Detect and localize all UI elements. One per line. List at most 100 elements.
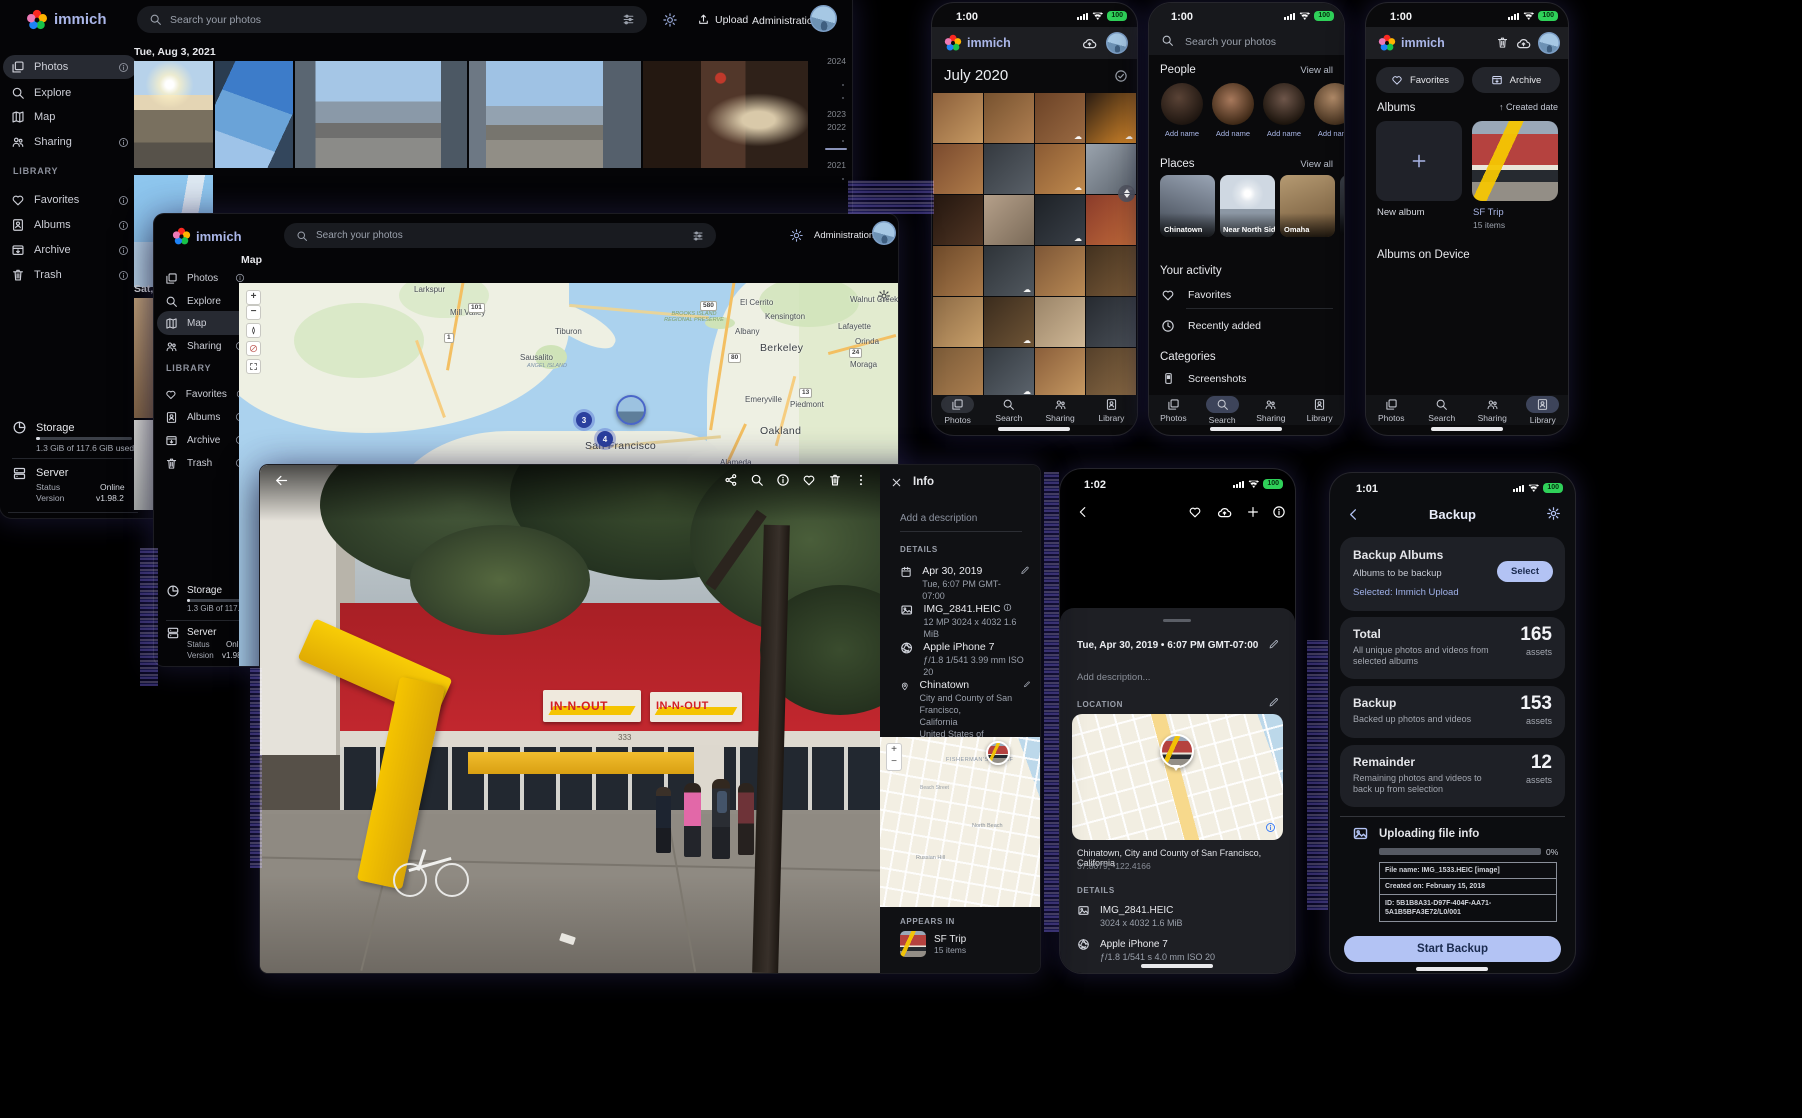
edit-pencil-icon[interactable] [1020,565,1030,576]
info-circle-icon[interactable] [118,62,129,73]
photo-thumbnail[interactable]: ☁ [1035,144,1085,194]
zoom-icon[interactable] [750,473,764,487]
sidebar-item-trash[interactable]: Trash [3,263,137,287]
map-cluster-marker[interactable]: 4 [597,431,613,447]
info-map[interactable]: FISHERMAN'S WHARF Beach Street North Bea… [880,737,1040,907]
map-photo-marker[interactable] [986,741,1010,765]
more-options-icon[interactable] [854,473,868,487]
new-album-card[interactable] [1376,121,1462,201]
face-avatar[interactable] [1161,83,1203,125]
map-zoom-in-button[interactable]: + [246,290,261,305]
photo-thumbnail[interactable] [1086,297,1136,347]
trash-icon[interactable] [1496,36,1509,49]
user-avatar[interactable] [1538,32,1560,54]
place-card[interactable]: Pi [1340,175,1344,237]
tab-photos[interactable]: Photos [1151,398,1195,423]
filter-sliders-icon[interactable] [622,13,635,26]
photo-thumbnail[interactable] [1035,348,1085,398]
scroll-scrubber[interactable] [1118,185,1135,202]
map-photo-marker[interactable] [616,395,646,425]
archive-button[interactable]: Archive [1472,67,1560,93]
photo-thumbnail[interactable]: ☁ [984,246,1034,296]
photo-thumbnail[interactable] [933,348,983,398]
person[interactable]: Add name [1161,83,1203,138]
sort-button[interactable]: ↑ Created date [1499,102,1558,112]
photo-thumbnail[interactable] [134,420,154,510]
tab-search[interactable]: Search [1200,396,1244,425]
description-input[interactable]: Add a description [900,513,977,524]
administration-link[interactable]: Administration [752,15,819,27]
info-circle-icon[interactable] [235,273,245,283]
place-card[interactable]: Omaha [1280,175,1335,237]
start-backup-button[interactable]: Start Backup [1344,936,1561,962]
map-attribution-info-icon[interactable] [1265,822,1276,833]
favorites-button[interactable]: Favorites [1376,67,1464,93]
photo-thumbnail[interactable] [643,61,808,168]
photo-thumbnail[interactable] [295,61,467,168]
add-plus-icon[interactable] [1246,505,1260,519]
photo-thumbnail[interactable] [1086,348,1136,398]
tab-search[interactable]: Search [1420,398,1464,423]
search-input[interactable]: Search your photos [1185,36,1276,48]
photo-thumbnail[interactable]: ☁ [1086,93,1136,143]
favorite-heart-icon[interactable] [1188,505,1202,519]
search-input[interactable]: Search your photos [284,223,716,248]
screenshots-row[interactable]: Screenshots [1162,372,1246,385]
tab-sharing[interactable]: Sharing [1249,398,1293,423]
tab-search[interactable]: Search [987,398,1031,423]
photo-thumbnail[interactable] [134,298,154,418]
close-icon[interactable] [890,476,903,489]
administration-link[interactable]: Administration [814,230,874,241]
select-button[interactable]: Select [1497,561,1553,582]
map-compass-button[interactable] [246,323,261,338]
sidebar-item-sharing[interactable]: Sharing [3,130,137,154]
cloud-sync-icon[interactable] [1082,36,1097,51]
places-view-all-link[interactable]: View all [1300,159,1333,170]
back-chevron-icon[interactable] [1076,505,1090,519]
photo-thumbnail[interactable] [984,93,1034,143]
face-avatar[interactable] [1212,83,1254,125]
photo-thumbnail[interactable] [1035,246,1085,296]
tab-photos[interactable]: Photos [936,396,980,425]
info-circle-icon[interactable] [118,245,129,256]
edit-pencil-icon[interactable] [1268,697,1279,708]
add-name-link[interactable]: Add name [1212,129,1254,138]
place-card[interactable]: Chinatown [1160,175,1215,237]
photo-thumbnail[interactable]: ☁ [1035,93,1085,143]
favorite-heart-icon[interactable] [802,473,816,487]
photo-thumbnail[interactable] [933,144,983,194]
map-layers-button[interactable] [246,341,261,356]
location-map[interactable] [1072,714,1283,840]
info-circle-icon[interactable] [1003,603,1012,612]
cloud-sync-icon[interactable] [1516,36,1531,51]
photo-thumbnail[interactable] [1086,246,1136,296]
people-view-all-link[interactable]: View all [1300,65,1333,76]
photo-thumbnail[interactable] [1086,195,1136,245]
share-icon[interactable] [724,473,738,487]
sidebar-item-map[interactable]: Map [3,105,137,129]
info-circle-icon[interactable] [118,220,129,231]
delete-trash-icon[interactable] [828,473,842,487]
map-zoom-control[interactable]: +− [886,743,902,771]
photo-thumbnail[interactable] [984,144,1034,194]
user-avatar[interactable] [872,221,896,245]
photo-thumbnail[interactable] [215,61,293,168]
album-card-sf-trip[interactable] [1472,121,1558,201]
scrubber-handle[interactable] [825,148,847,150]
user-avatar[interactable] [1106,32,1128,54]
recently-added-row[interactable]: Recently added [1161,319,1261,333]
photo-thumbnail[interactable] [933,246,983,296]
sidebar-item-albums[interactable]: Albums [3,213,137,237]
filter-sliders-icon[interactable] [692,230,704,242]
person[interactable]: Add name [1263,83,1305,138]
photo-thumbnail[interactable] [933,195,983,245]
theme-toggle-sun-icon[interactable] [790,229,803,242]
photo-thumbnail[interactable]: ☁ [984,297,1034,347]
photo-thumbnail[interactable] [469,61,641,168]
tab-photos[interactable]: Photos [1369,398,1413,423]
sheet-drag-handle[interactable] [1163,619,1191,622]
cloud-upload-icon[interactable] [1217,505,1232,520]
tab-sharing[interactable]: Sharing [1470,398,1514,423]
photo-thumbnail[interactable] [933,297,983,347]
user-avatar[interactable] [810,5,837,32]
